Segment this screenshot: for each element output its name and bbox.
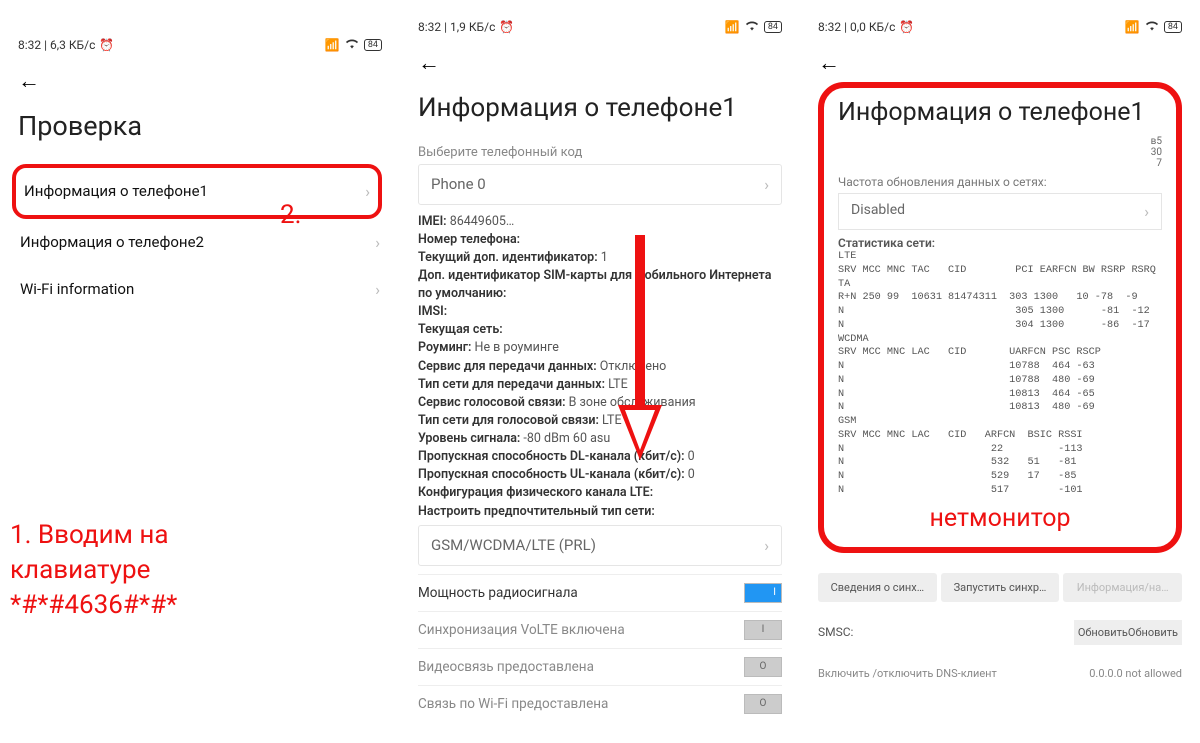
info-line: Уровень сигнала: -80 dBm 60 asu [418,430,782,448]
list-item-wifi-info[interactable]: Wi-Fi information › [18,266,382,313]
toggle-switch[interactable]: O [744,657,782,677]
chevron-right-icon: › [365,182,370,201]
page-title: Информация о телефоне1 [418,92,782,125]
select-label: Выберите телефонный код [418,145,782,160]
residual-text: в5 30 7 [838,136,1162,169]
signal-icon: 📶 [725,20,740,34]
info-line: Текущий доп. идентификатор: 1 [418,249,782,267]
toggle-switch[interactable]: O [744,694,782,714]
info-line: Конфигурация физического канала LTE: [418,484,782,502]
annotation-step-1: 1. Вводим на клавиатуре *#*#4636#*#* [10,518,177,623]
dns-toggle-label: Включить /отключить DNS-клиент [818,667,997,680]
network-stats-table: LTE SRV MCC MNC TAC CID PCI EARFCN BW RS… [838,250,1162,498]
info-line: Сервис голосовой связи: В зоне обслужива… [418,394,782,412]
status-time-speed: 8:32 | 0,0 КБ/с [818,20,895,34]
battery-icon: 84 [764,21,782,33]
toggle-row: Видеосвязь предоставлена O [418,648,782,685]
toggle-switch[interactable]: I [744,583,782,603]
signal-icon: 📶 [325,38,340,52]
info-line: IMSI: [418,303,782,321]
back-button[interactable]: ← [18,60,40,98]
start-sync-button[interactable]: Запустить синхр… [941,573,1060,602]
select-value: Disabled [851,202,905,221]
info-line: Текущая сеть: [418,321,782,339]
info-line: Тип сети для голосовой связи: LTE [418,412,782,430]
list-item-phone-info-2[interactable]: Информация о телефоне2 › [18,219,382,266]
select-value: GSM/WCDMA/LTE (PRL) [431,536,596,554]
wifi-icon [345,38,359,53]
info-line: IMEI: 86449605… [418,213,782,231]
alarm-icon: ⏰ [99,38,114,52]
info-line: Настроить предпочтительный тип сети: [418,503,782,521]
back-button[interactable]: ← [418,42,440,80]
network-stats-title: Статистика сети: [838,236,1162,250]
battery-icon: 84 [1164,21,1182,33]
toggle-row: Синхронизация VoLTE включена I [418,611,782,648]
info-line: Пропускная способность UL-канала (кбит/с… [418,466,782,484]
back-button[interactable]: ← [818,42,840,80]
highlight-box-netmonitor: Информация о телефоне1 в5 30 7 Частота о… [818,82,1182,553]
battery-icon: 84 [364,39,382,51]
chevron-right-icon: › [375,233,380,252]
info-line: Тип сети для передачи данных: LTE [418,376,782,394]
toggle-label: Мощность радиосигнала [418,585,578,601]
dns-status-value: 0.0.0.0 not allowed [1089,667,1182,680]
list-item-label: Информация о телефоне1 [24,182,208,200]
annotation-netmonitor: нетмонитор [838,504,1162,533]
info-line: Пропускная способность DL-канала (кбит/с… [418,448,782,466]
status-bar: 8:32 | 0,0 КБ/с ⏰ 📶 84 [818,12,1182,42]
toggle-label: Синхронизация VoLTE включена [418,622,625,638]
list-item-phone-info-1[interactable]: Информация о телефоне1 › [22,168,372,215]
wifi-icon [745,20,759,35]
highlight-box-step-2: Информация о телефоне1 › [12,164,382,219]
smsc-update-button[interactable]: ОбновитьОбновить [1074,620,1182,645]
list-item-label: Wi-Fi information [20,280,134,298]
list-item-label: Информация о телефоне2 [20,233,204,251]
status-time-speed: 8:32 | 6,3 КБ/с [18,38,95,52]
status-bar: 8:32 | 1,9 КБ/с ⏰ 📶 84 [418,12,782,42]
signal-icon: 📶 [1125,20,1140,34]
sync-button-row: Сведения о синх… Запустить синхр… Информ… [818,573,1182,602]
toggle-label: Видеосвязь предоставлена [418,659,594,675]
annotation-step-2: 2. [280,200,301,230]
sync-info-button[interactable]: Сведения о синх… [818,573,937,602]
alarm-icon: ⏰ [899,20,914,34]
toggle-row: Связь по Wi-Fi предоставлена O [418,685,782,722]
select-value: Phone 0 [431,175,486,193]
wifi-icon [1145,20,1159,35]
refresh-frequency-select[interactable]: Disabled › [838,193,1162,230]
alarm-icon: ⏰ [499,20,514,34]
refresh-frequency-label: Частота обновления данных о сетях: [838,175,1162,189]
toggle-label: Связь по Wi-Fi предоставлена [418,696,608,712]
info-button[interactable]: Информация/на… [1063,573,1182,602]
chevron-right-icon: › [375,280,380,299]
page-title: Проверка [18,110,382,144]
smsc-label: SMSC: [818,625,853,639]
preferred-network-select[interactable]: GSM/WCDMA/LTE (PRL) › [418,525,782,566]
info-line: Доп. идентификатор SIM-карты для мобильн… [418,267,782,303]
chevron-right-icon: › [764,175,769,194]
info-line: Роуминг: Не в роуминге [418,339,782,357]
chevron-right-icon: › [1144,202,1149,221]
toggle-switch[interactable]: I [744,620,782,640]
info-line: Сервис для передачи данных: Отключено [418,358,782,376]
status-time-speed: 8:32 | 1,9 КБ/с [418,20,495,34]
phone-code-select[interactable]: Phone 0 › [418,164,782,205]
toggle-row: Мощность радиосигнала I [418,574,782,611]
status-bar: 8:32 | 6,3 КБ/с ⏰ 📶 84 [18,30,382,60]
page-title: Информация о телефоне1 [838,98,1162,128]
info-line: Номер телефона: [418,231,782,249]
chevron-right-icon: › [764,536,769,555]
